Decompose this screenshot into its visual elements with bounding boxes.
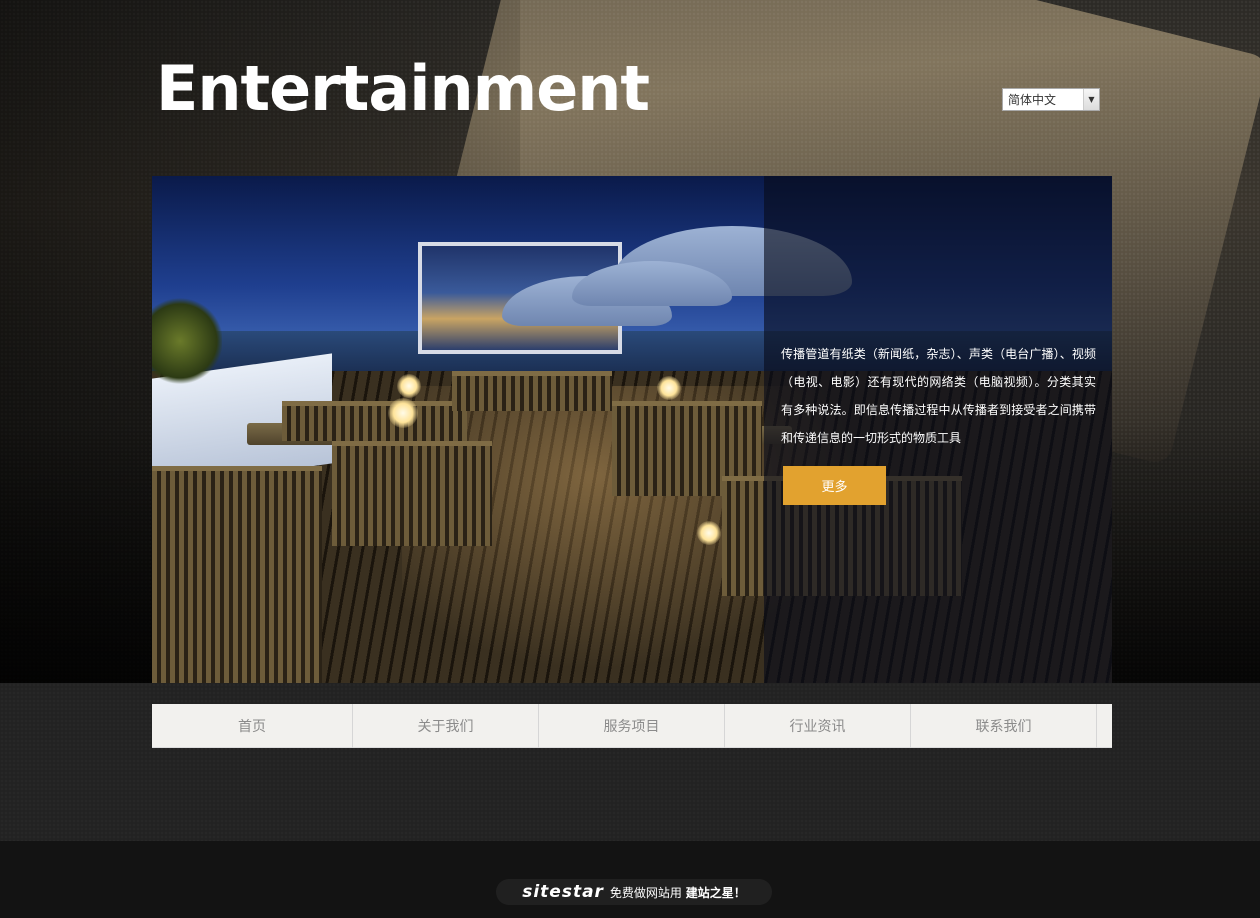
chevron-down-icon[interactable]: ▼ <box>1083 89 1099 110</box>
site-title[interactable]: Entertainment <box>156 52 650 125</box>
nav-item-services[interactable]: 服务项目 <box>539 704 725 748</box>
scene-lamp <box>697 521 721 545</box>
main-nav: 首页 关于我们 服务项目 行业资讯 联系我们 <box>152 704 1112 748</box>
scene-lamp <box>657 376 681 400</box>
scene-chair <box>452 371 612 411</box>
nav-item-news[interactable]: 行业资讯 <box>725 704 911 748</box>
scene-plant <box>152 296 222 386</box>
scene-chair <box>282 401 467 441</box>
sitestar-logo: sitestar <box>522 882 604 902</box>
more-button[interactable]: 更多 <box>783 466 886 505</box>
nav-item-about[interactable]: 关于我们 <box>353 704 539 748</box>
footer-text: 免费做网站用 建站之星！ <box>610 884 746 901</box>
sitestar-badge[interactable]: sitestar 免费做网站用 建站之星！ <box>496 879 772 905</box>
language-select-value: 简体中文 <box>1008 93 1057 107</box>
language-select[interactable]: 简体中文 ▼ <box>1002 88 1100 111</box>
footer-text-prefix: 免费做网站用 <box>609 885 682 900</box>
scene-lamp <box>397 374 421 398</box>
nav-item-contact[interactable]: 联系我们 <box>911 704 1097 748</box>
nav-item-home[interactable]: 首页 <box>152 704 353 748</box>
banner-description: 传播管道有纸类（新闻纸，杂志）、声类（电台广播）、视频（电视、电影）还有现代的网… <box>781 347 1096 445</box>
scene-chair <box>152 466 322 683</box>
scene-lamp <box>388 398 418 428</box>
scene-chair <box>332 441 492 546</box>
footer-text-brand: 建站之星！ <box>685 885 746 900</box>
